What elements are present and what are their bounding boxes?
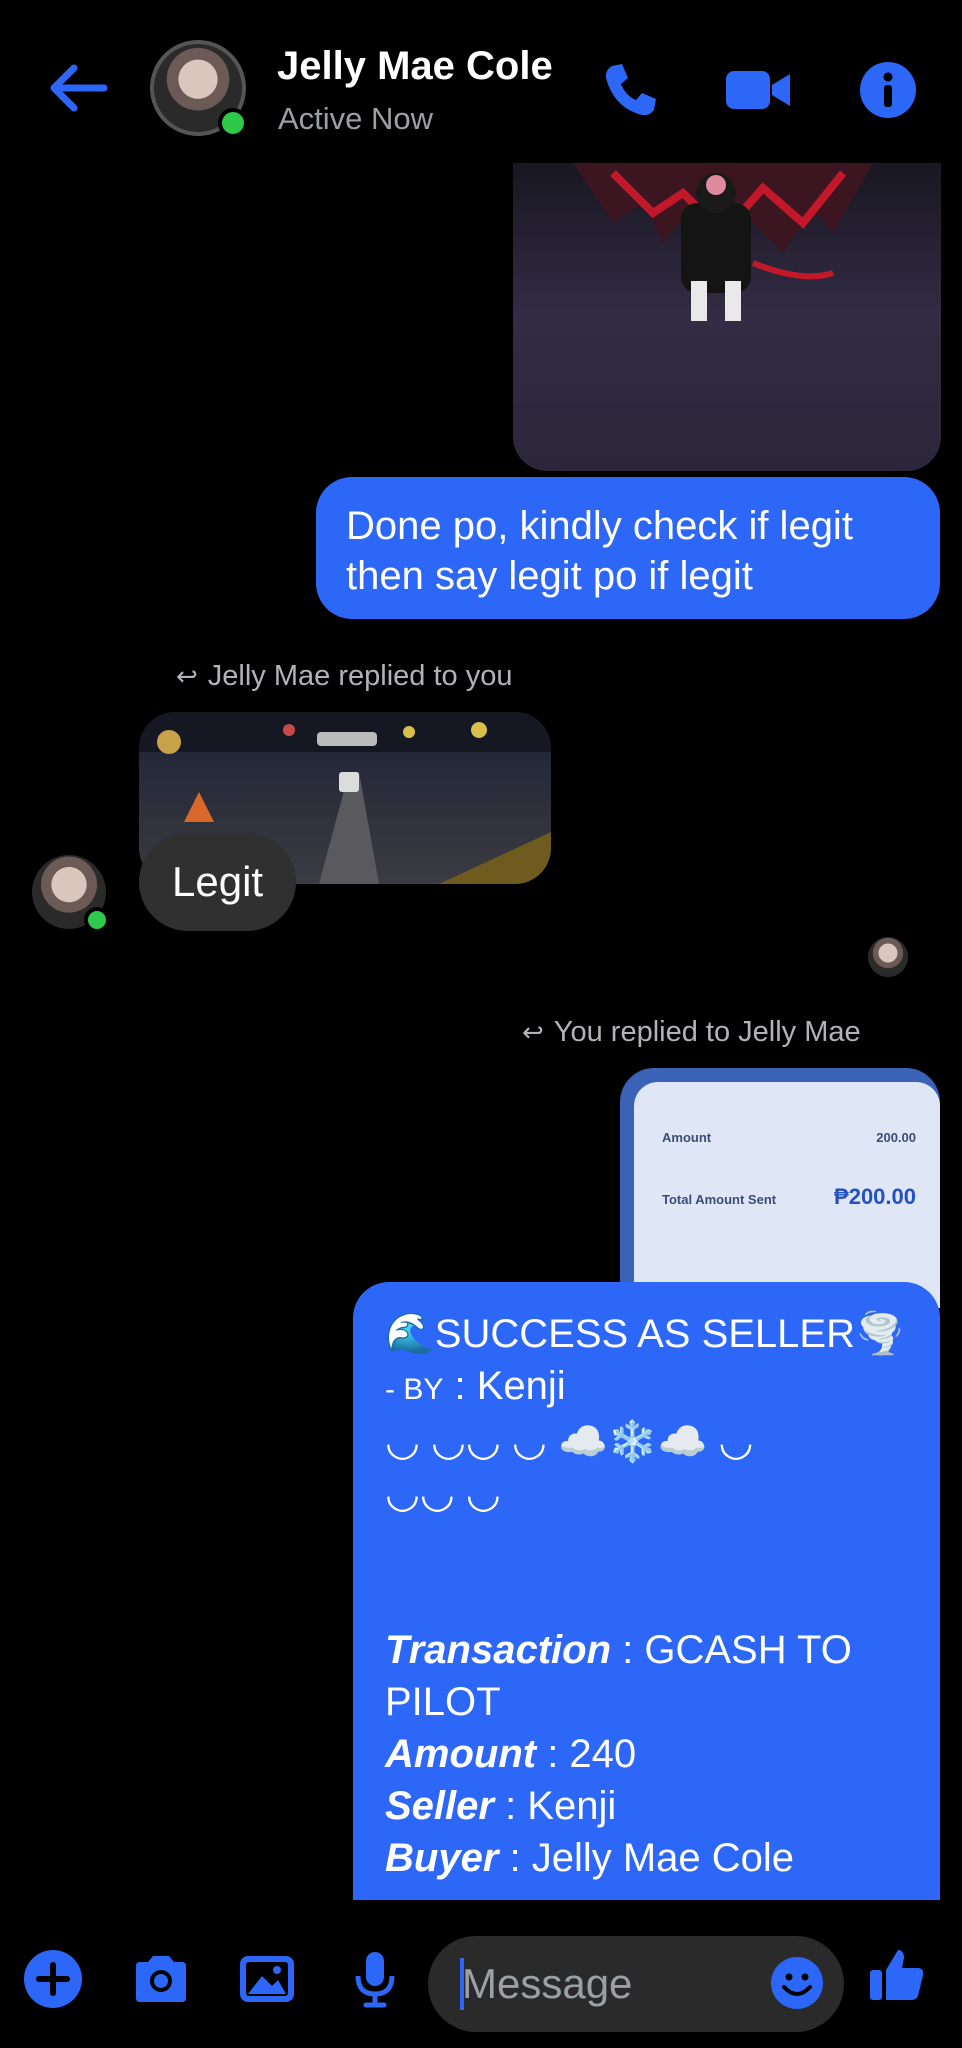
buyer-key: Buyer <box>385 1836 499 1880</box>
by-separator: : <box>443 1364 477 1408</box>
like-button[interactable] <box>866 1944 928 2006</box>
receipt-amount-value: 200.00 <box>876 1130 916 1145</box>
seller-value: : Kenji <box>493 1784 617 1828</box>
contact-status: Active Now <box>278 101 434 136</box>
receipt-total-label: Total Amount Sent <box>662 1192 777 1207</box>
phone-icon <box>605 64 656 116</box>
buyer-line: Buyer : Jelly Mae Cole <box>385 1832 908 1884</box>
read-receipt-avatar <box>868 937 908 977</box>
amount-line: Amount : 240 <box>385 1728 908 1780</box>
video-call-button[interactable] <box>724 58 792 122</box>
emoji-icon <box>771 1957 823 2009</box>
replied-receipt-image[interactable]: Amount 200.00 Total Amount Sent ₱200.00 <box>620 1068 940 1308</box>
back-button[interactable] <box>44 58 114 118</box>
image-icon <box>240 1956 294 2002</box>
success-by-line: - BY : Kenji <box>385 1360 908 1416</box>
receipt-total-value: ₱200.00 <box>834 1184 916 1209</box>
back-arrow-icon <box>50 64 108 112</box>
shared-image-avatar[interactable] <box>513 163 941 471</box>
success-deco-2: ◡◡ ◡ <box>385 1472 501 1516</box>
success-heading: 🌊SUCCESS AS SELLER🌪️ <box>385 1312 905 1356</box>
by-name: Kenji <box>476 1364 566 1408</box>
outgoing-success-message[interactable]: 🌊SUCCESS AS SELLER🌪️ - BY : Kenji ◡ ◡◡ ◡… <box>353 1282 940 1904</box>
voice-message-button[interactable] <box>344 1948 406 2010</box>
transaction-line: Transaction : GCASH TO PILOT <box>385 1624 908 1728</box>
reply-arrow-icon: ↩ <box>522 1017 544 1047</box>
receipt-amount-label: Amount <box>662 1130 712 1145</box>
reply-label-text: You replied to Jelly Mae <box>553 1016 861 1048</box>
online-indicator <box>218 108 248 138</box>
info-button[interactable] <box>856 58 920 122</box>
emoji-button[interactable] <box>769 1955 825 2011</box>
amount-key: Amount <box>385 1732 537 1776</box>
outgoing-message[interactable]: Done po, kindly check if legit then say … <box>316 477 940 619</box>
camera-icon <box>136 1956 186 2002</box>
message-placeholder: Message <box>462 1960 633 2007</box>
contact-name[interactable]: Jelly Mae Cole <box>277 44 553 89</box>
call-button[interactable] <box>598 58 662 122</box>
reply-context-label: ↩ Jelly Mae replied to you <box>176 660 512 693</box>
plus-icon <box>24 1950 82 2008</box>
success-deco-1: ◡ ◡◡ ◡ ☁️❄️☁️ ◡ <box>385 1420 754 1464</box>
more-actions-button[interactable] <box>22 1948 84 2010</box>
character-image <box>573 163 873 321</box>
reply-context-label-outgoing: ↩ You replied to Jelly Mae <box>522 1016 861 1049</box>
receipt-card: Amount 200.00 Total Amount Sent ₱200.00 <box>634 1082 940 1308</box>
receipt-amount-row: Amount 200.00 <box>662 1130 916 1145</box>
amount-value: : 240 <box>536 1732 637 1776</box>
mic-icon <box>355 1952 395 2008</box>
buyer-value: : Jelly Mae Cole <box>498 1836 795 1880</box>
reply-arrow-icon: ↩ <box>176 661 198 691</box>
by-prefix: - BY <box>385 1373 444 1406</box>
info-icon <box>860 62 916 118</box>
video-icon <box>726 71 790 109</box>
camera-button[interactable] <box>130 1948 192 2010</box>
sender-online-indicator <box>84 907 110 933</box>
incoming-message[interactable]: Legit <box>139 833 297 931</box>
seller-line: Seller : Kenji <box>385 1780 908 1832</box>
thumbs-up-icon <box>870 1950 924 2000</box>
seller-key: Seller <box>385 1784 494 1828</box>
gallery-button[interactable] <box>236 1948 298 2010</box>
receipt-total-row: Total Amount Sent ₱200.00 <box>662 1184 916 1209</box>
reply-label-text: Jelly Mae replied to you <box>207 660 513 692</box>
transaction-key: Transaction <box>385 1628 611 1672</box>
